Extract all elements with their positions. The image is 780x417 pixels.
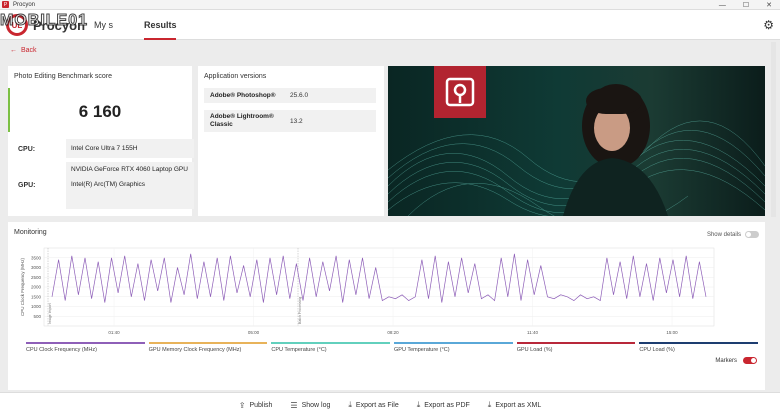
markers-label: Markers <box>715 357 737 364</box>
footer-button-export-as-xml[interactable]: ⤓ Export as XML <box>488 400 541 410</box>
show-details-toggle[interactable]: Show details <box>707 231 759 238</box>
gpu-label: GPU: <box>18 182 36 189</box>
markers-toggle[interactable]: Markers <box>715 357 757 364</box>
x-tick-label: 01:40 <box>108 330 120 335</box>
app-versions-panel: Application versions Adobe® Photoshop® 2… <box>198 66 384 216</box>
maximize-icon[interactable]: ☐ <box>743 1 749 9</box>
x-tick-label: 08:20 <box>387 330 399 335</box>
y-tick-label: 2500 <box>31 275 42 280</box>
legend-item[interactable]: CPU Temperature (°C) <box>271 342 391 353</box>
y-tick-label: 3000 <box>31 265 42 270</box>
marker-label: Image Import <box>48 303 52 324</box>
footer-button-publish[interactable]: ⇪ Publish <box>239 401 273 410</box>
x-tick-label: 15:00 <box>666 330 678 335</box>
app-versions-title: Application versions <box>204 73 267 80</box>
monitoring-title: Monitoring <box>14 229 47 236</box>
back-link[interactable]: ← Back <box>10 47 37 54</box>
legend-swatch <box>271 342 391 344</box>
app-name-photoshop: Adobe® Photoshop® <box>210 91 276 99</box>
footer-button-label: Export as File <box>355 401 399 409</box>
legend-item[interactable]: GPU Load (%) <box>516 342 636 353</box>
minimize-icon[interactable]: — <box>719 2 726 9</box>
y-tick-label: 1500 <box>31 294 42 299</box>
app-version-photoshop: 25.6.0 <box>290 92 309 99</box>
legend-label: GPU Temperature (°C) <box>394 347 450 353</box>
footer-button-label: Export as XML <box>495 401 542 409</box>
legend-item[interactable]: GPU Temperature (°C) <box>394 342 513 353</box>
chart-legend: CPU Clock Frequency (MHz) GPU Memory Cloc… <box>26 342 759 353</box>
benchmark-hero-image <box>388 66 765 216</box>
y-tick-label: 3500 <box>31 255 42 260</box>
legend-swatch <box>26 342 145 344</box>
window-controls: — ☐ ✕ <box>719 0 772 10</box>
footer-button-label: Export as PDF <box>424 401 470 409</box>
score-panel: Photo Editing Benchmark score 6 160 CPU:… <box>8 66 194 216</box>
legend-label: CPU Clock Frequency (MHz) <box>26 347 97 353</box>
close-icon[interactable]: ✕ <box>766 1 772 9</box>
active-tab-indicator <box>144 38 176 40</box>
watermark: MOBILE01 <box>0 12 89 30</box>
score-title: Photo Editing Benchmark score <box>14 73 113 80</box>
cpu-label: CPU: <box>18 146 36 153</box>
cpu-value: Intel Core Ultra 7 155H <box>66 139 194 158</box>
gpu-value-secondary: Intel(R) Arc(TM) Graphics <box>71 181 146 188</box>
footer-button-label: Show log <box>301 401 331 409</box>
app-version-lightroom: 13.2 <box>290 117 303 125</box>
monitoring-panel: Monitoring Show details 500 1000 1500 2000 2… <box>8 222 765 390</box>
legend-label: GPU Load (%) <box>516 347 553 353</box>
app-icon: P <box>2 1 9 8</box>
markers-switch[interactable] <box>743 357 757 364</box>
app-row-lightroom: Adobe® Lightroom® Classic 13.2 <box>204 110 376 132</box>
monitoring-chart: 500 1000 1500 2000 2500 3000 3500 CPU Clock Fre… <box>20 247 715 335</box>
legend-label: CPU Temperature (°C) <box>271 347 327 353</box>
tab-my-suite[interactable]: My s <box>94 20 113 30</box>
tab-results[interactable]: Results <box>144 20 177 30</box>
legend-item[interactable]: CPU Clock Frequency (MHz) <box>26 342 145 353</box>
footer-button-icon: ⤓ <box>348 400 352 409</box>
gear-icon[interactable]: ⚙ <box>763 18 774 32</box>
footer-button-show-log[interactable]: ☰ Show log <box>290 401 330 410</box>
footer-button-export-as-file[interactable]: ⤓ Export as File <box>348 400 398 410</box>
y-tick-label: 500 <box>33 314 41 319</box>
footer-button-export-as-pdf[interactable]: ⤓ Export as PDF <box>417 400 470 410</box>
window-title: Procyon <box>13 1 36 8</box>
legend-item[interactable]: GPU Memory Clock Frequency (MHz) <box>148 342 268 353</box>
vertical-scrollbar[interactable] <box>771 42 776 217</box>
app-name-lightroom: Adobe® Lightroom® Classic <box>210 113 274 128</box>
back-label: Back <box>21 47 37 54</box>
title-bar: P Procyon — ☐ ✕ <box>0 0 780 10</box>
marker-label: Batch Processing <box>298 297 302 324</box>
x-tick-label: 11:40 <box>527 330 538 335</box>
y-tick-label: 1000 <box>31 304 42 309</box>
person-silhouette <box>563 84 668 216</box>
legend-swatch <box>516 342 636 344</box>
footer-button-icon: ⇪ <box>238 400 246 410</box>
app-row-photoshop: Adobe® Photoshop® 25.6.0 <box>204 88 376 103</box>
legend-label: GPU Memory Clock Frequency (MHz) <box>148 347 242 353</box>
legend-swatch <box>148 342 268 344</box>
legend-label: CPU Load (%) <box>639 347 675 353</box>
legend-swatch <box>639 342 759 344</box>
y-axis-label: CPU Clock Frequency (MHz) <box>20 257 25 316</box>
score-value: 6 160 <box>78 102 122 121</box>
footer-button-icon: ⤓ <box>416 400 421 409</box>
photo-editing-logo-icon <box>434 66 486 118</box>
app-header: UL Procyon MOBILE01 My s Results ⚙ <box>0 10 780 40</box>
footer-button-label: Publish <box>249 401 273 409</box>
x-tick-label: 05:00 <box>248 330 260 335</box>
footer-button-icon: ⤓ <box>487 400 492 409</box>
show-details-switch[interactable] <box>745 231 759 238</box>
gpu-value-box: NVIDIA GeForce RTX 4060 Laptop GPU Intel… <box>66 162 194 209</box>
gpu-value-primary: NVIDIA GeForce RTX 4060 Laptop GPU <box>71 166 188 173</box>
arrow-left-icon: ← <box>10 47 17 54</box>
show-details-label: Show details <box>706 231 741 238</box>
y-tick-label: 2000 <box>31 285 42 290</box>
footer-actions: ⇪ Publish ☰ Show log ⤓ Export as File ⤓ Export … <box>0 392 780 417</box>
footer-button-icon: ☰ <box>290 400 298 410</box>
legend-swatch <box>394 342 513 344</box>
legend-item[interactable]: CPU Load (%) <box>639 342 759 353</box>
